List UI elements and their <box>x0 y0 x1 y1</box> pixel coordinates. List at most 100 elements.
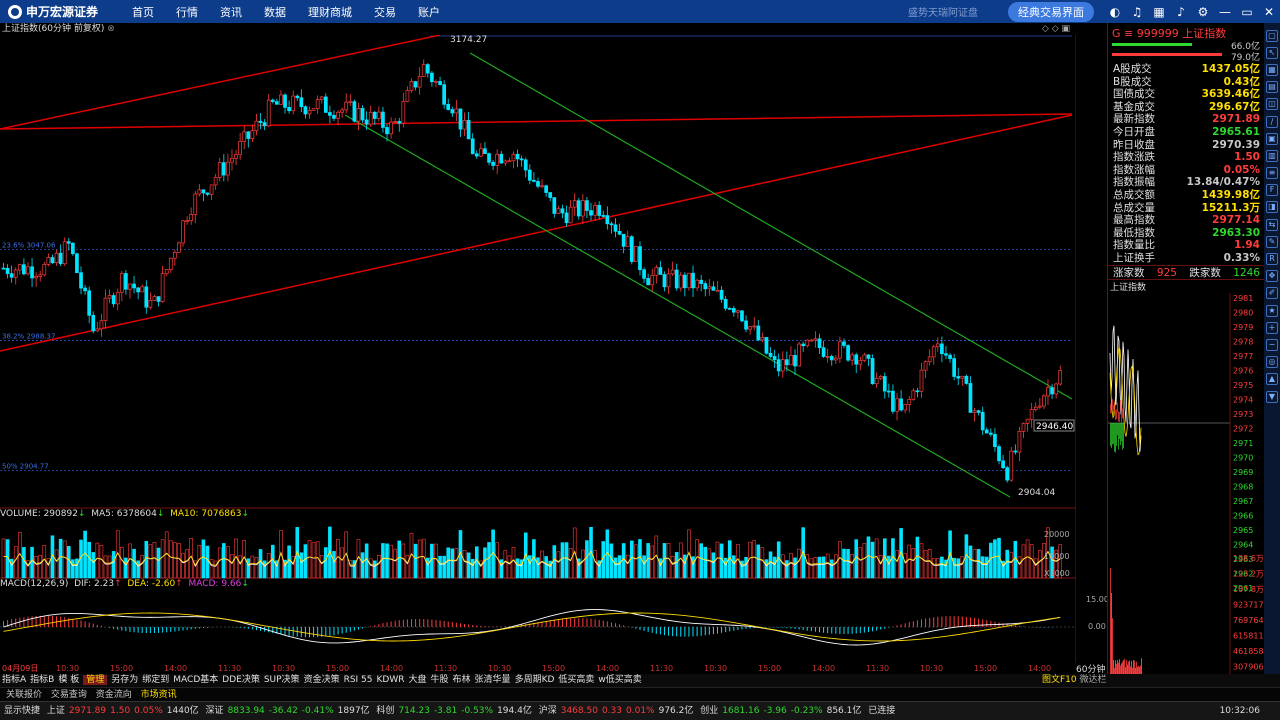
candle-body <box>658 267 663 275</box>
indicator-tab[interactable]: 模 板 <box>58 675 79 685</box>
indicator-tab[interactable]: 指标A <box>2 675 26 685</box>
f10-link[interactable]: 图文F10 <box>1042 675 1077 685</box>
tool-layout-icon[interactable]: ▤ <box>1266 81 1278 94</box>
candle-body <box>226 161 230 176</box>
tool-minus-icon[interactable]: − <box>1266 338 1278 351</box>
volume-bar <box>927 549 932 579</box>
nav-quotes[interactable]: 行情 <box>176 4 198 20</box>
hs-name[interactable]: 沪深 <box>539 706 557 716</box>
tab-market-news[interactable]: 市场资讯 <box>141 690 177 700</box>
skin-icon[interactable]: ◐ <box>1104 5 1126 19</box>
indicator-tab[interactable]: 大盘 <box>409 675 427 685</box>
mini-bar-link[interactable]: 微达栏 <box>1080 675 1107 685</box>
tool-fav-icon[interactable]: ★ <box>1266 304 1278 317</box>
kc-name[interactable]: 科创 <box>376 706 394 716</box>
indicator-tab[interactable]: 多周期KD <box>515 675 555 685</box>
candle-body <box>511 153 516 162</box>
candle-body <box>483 148 487 155</box>
indicator-tab[interactable]: 资金决策 <box>304 675 340 685</box>
candle-body <box>30 266 34 279</box>
nav-account[interactable]: 账户 <box>418 4 440 20</box>
macd-chart[interactable]: 15.00 0.00 <box>0 579 1076 663</box>
gear-icon[interactable]: ⚙ <box>1192 5 1214 19</box>
tool-cursor-icon[interactable]: ↖ <box>1266 46 1278 59</box>
intraday-mini-chart[interactable]: 2981 2980 2979 2978 2977 2976 2975 2974 2973 2972… <box>1108 292 1264 687</box>
tool-rsi-icon[interactable]: R <box>1266 253 1278 266</box>
tool-zoom-icon[interactable]: ▢ <box>1266 29 1278 42</box>
quick-toggle[interactable]: 显示快捷 <box>4 706 40 716</box>
nav-data[interactable]: 数据 <box>264 4 286 20</box>
stat-label: 指数量比 <box>1113 239 1155 252</box>
indicator-tab[interactable]: 另存为 <box>111 675 138 685</box>
cy-name[interactable]: 创业 <box>700 706 718 716</box>
candle-body <box>336 111 340 119</box>
indicator-tab[interactable]: 绑定到 <box>142 675 169 685</box>
nav-trade[interactable]: 交易 <box>374 4 396 20</box>
stat-row: 昨日收盘 2970.39 <box>1108 139 1264 152</box>
volume-bar <box>821 556 826 579</box>
close-icon[interactable]: ✕ <box>1258 5 1280 19</box>
volume-bar <box>976 549 981 579</box>
tool-line-icon[interactable]: ∕ <box>1266 115 1278 128</box>
candle-body <box>601 215 606 217</box>
stat-label: 总成交量 <box>1113 201 1155 214</box>
tool-grid-icon[interactable]: ▦ <box>1266 63 1278 76</box>
volume-bar <box>389 544 393 579</box>
tool-move-icon[interactable]: ✥ <box>1266 270 1278 283</box>
tab-fund-flow[interactable]: 资金流向 <box>96 690 132 700</box>
tool-down-icon[interactable]: ▼ <box>1266 390 1278 403</box>
indicator-tab[interactable]: 低买高卖 <box>558 675 594 685</box>
tool-up-icon[interactable]: ▲ <box>1266 373 1278 386</box>
candlestick-chart[interactable]: 23.6% 3047.06 38.2% 2988.37 50% 2904.77 31… <box>0 35 1076 509</box>
indicator-tab[interactable]: MACD基本 <box>173 675 218 685</box>
candle-body <box>683 274 687 289</box>
indicator-tab[interactable]: KDWR <box>377 675 405 685</box>
chart-window-controls[interactable]: ◇ ◇ ▣ <box>1042 23 1070 35</box>
indicator-tab[interactable]: 布林 <box>453 675 471 685</box>
classic-trade-button[interactable]: 经典交易界面 <box>1008 1 1094 22</box>
tool-f10-icon[interactable]: F <box>1266 184 1278 197</box>
headset-icon[interactable]: ♫ <box>1126 5 1148 19</box>
tool-box-icon[interactable]: ▣ <box>1266 132 1278 145</box>
tool-list-icon[interactable]: ≡ <box>1266 167 1278 180</box>
fib-label: 23.6% 3047.06 <box>2 241 56 249</box>
candle-body <box>315 99 320 109</box>
tool-pen-icon[interactable]: ✐ <box>1266 287 1278 300</box>
indicator-tab[interactable]: w低买高卖 <box>598 675 641 685</box>
candle-body <box>446 103 451 110</box>
settings-dot-icon[interactable]: ⊗ <box>107 24 115 34</box>
tool-sound-icon[interactable]: ◎ <box>1266 356 1278 369</box>
maximize-icon[interactable]: ▭ <box>1236 5 1258 19</box>
stat-row: 国债成交 3639.46亿 <box>1108 88 1264 101</box>
nav-news[interactable]: 资讯 <box>220 4 242 20</box>
tool-bars-icon[interactable]: ▥ <box>1266 149 1278 162</box>
indicator-tab[interactable]: 指标B <box>30 675 54 685</box>
tab-related-quotes[interactable]: 关联报价 <box>6 690 42 700</box>
indicator-tab[interactable]: DDE决策 <box>222 675 260 685</box>
tool-kline-icon[interactable]: ◨ <box>1266 201 1278 214</box>
minimize-icon[interactable]: — <box>1214 5 1236 19</box>
indicator-tab[interactable]: 管理 <box>83 675 108 685</box>
bell-icon[interactable]: ♪ <box>1170 5 1192 19</box>
stat-label: 国债成交 <box>1113 88 1155 101</box>
cy-value: 1681.16 <box>722 706 760 716</box>
grid-icon[interactable]: ▦ <box>1148 5 1170 19</box>
volume-bar <box>266 553 271 579</box>
time-label: 10:30 <box>704 664 727 673</box>
volume-bar <box>903 553 907 579</box>
tool-chart-icon[interactable]: ◫ <box>1266 98 1278 111</box>
indicator-tab[interactable]: 牛股 <box>431 675 449 685</box>
nav-home[interactable]: 首页 <box>132 4 154 20</box>
indicator-tab[interactable]: 张清华量 <box>475 675 511 685</box>
tool-compare-icon[interactable]: ⇆ <box>1266 218 1278 231</box>
volume-bar <box>646 543 650 579</box>
tool-draw-icon[interactable]: ✎ <box>1266 235 1278 248</box>
tool-plus-icon[interactable]: + <box>1266 321 1278 334</box>
sh-name[interactable]: 上证 <box>47 706 65 716</box>
candle-body <box>882 376 887 392</box>
sz-name[interactable]: 深证 <box>206 706 224 716</box>
nav-wealth-mall[interactable]: 理财商城 <box>308 4 352 20</box>
indicator-tab[interactable]: SUP决策 <box>264 675 300 685</box>
tab-trade-query[interactable]: 交易查询 <box>51 690 87 700</box>
indicator-tab[interactable]: RSI 55 <box>344 675 373 685</box>
